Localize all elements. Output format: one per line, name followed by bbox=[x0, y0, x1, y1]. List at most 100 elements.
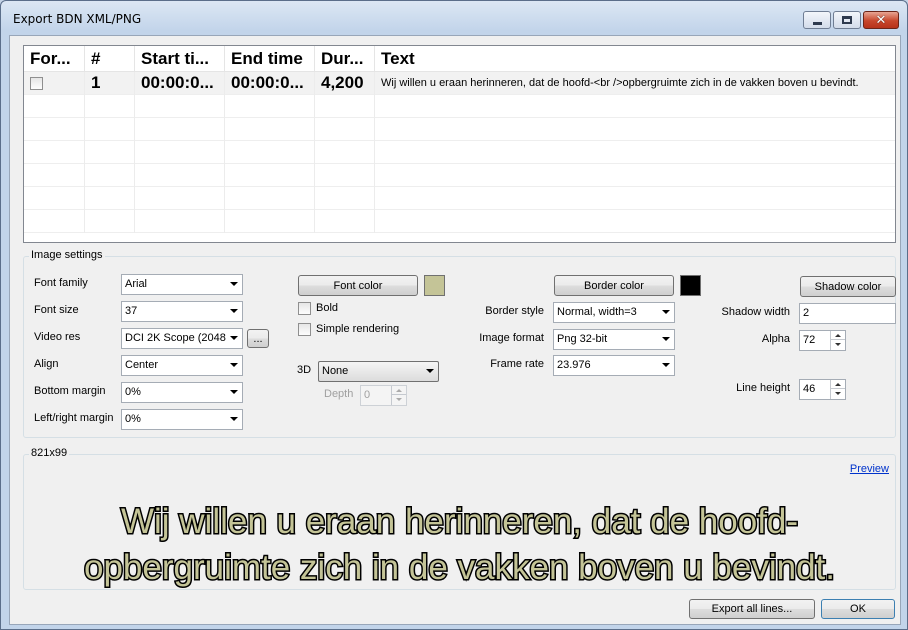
column-header-number[interactable]: # bbox=[85, 46, 135, 72]
frame-rate-label: Frame rate bbox=[490, 358, 544, 370]
alpha-label: Alpha bbox=[761, 333, 790, 345]
spin-up-icon[interactable] bbox=[831, 331, 845, 340]
alpha-spin-buttons bbox=[830, 331, 845, 350]
depth-spin-buttons bbox=[391, 386, 406, 405]
chevron-down-icon bbox=[230, 336, 238, 340]
border-color-button[interactable]: Border color bbox=[554, 275, 674, 296]
three-d-label: 3D bbox=[297, 364, 312, 376]
spin-up-icon[interactable] bbox=[831, 380, 845, 389]
spin-down-icon[interactable] bbox=[831, 340, 845, 349]
font-color-swatch[interactable] bbox=[424, 275, 445, 296]
font-family-label: Font family bbox=[34, 277, 88, 289]
left-right-margin-value: 0% bbox=[125, 413, 141, 425]
alpha-value: 72 bbox=[803, 334, 816, 346]
line-height-spin-buttons bbox=[830, 380, 845, 399]
chevron-down-icon bbox=[426, 369, 434, 373]
video-res-label: Video res bbox=[34, 331, 81, 343]
export-all-lines-button[interactable]: Export all lines... bbox=[689, 599, 815, 619]
chevron-down-icon bbox=[662, 363, 670, 367]
align-label: Align bbox=[34, 358, 59, 370]
image-format-select[interactable]: Png 32-bit bbox=[553, 329, 675, 350]
align-select[interactable]: Center bbox=[121, 355, 243, 376]
image-settings-label: Image settings bbox=[29, 249, 105, 261]
column-header-end-time[interactable]: End time bbox=[225, 46, 315, 72]
forced-checkbox[interactable] bbox=[30, 77, 43, 90]
image-format-label: Image format bbox=[479, 332, 544, 344]
dialog-client-area: For... # Start ti... End time Dur... Tex… bbox=[9, 35, 901, 625]
simple-rendering-checkbox[interactable] bbox=[298, 323, 311, 336]
font-size-value: 37 bbox=[125, 305, 138, 317]
empty-row bbox=[24, 210, 895, 233]
column-header-duration[interactable]: Dur... bbox=[315, 46, 375, 72]
empty-row bbox=[24, 187, 895, 210]
simple-rendering-label[interactable]: Simple rendering bbox=[316, 323, 399, 335]
border-style-value: Normal, width=3 bbox=[557, 306, 637, 318]
text-cell: Wij willen u eraan herinneren, dat de ho… bbox=[381, 77, 859, 89]
ok-button[interactable]: OK bbox=[821, 599, 895, 619]
shadow-width-label: Shadow width bbox=[721, 306, 791, 318]
close-button[interactable]: ✕ bbox=[863, 11, 899, 29]
column-header-forced[interactable]: For... bbox=[24, 46, 85, 72]
bold-label[interactable]: Bold bbox=[316, 302, 338, 314]
minimize-button[interactable] bbox=[803, 11, 831, 29]
preview-line: opbergruimte zich in de vakken boven u b… bbox=[82, 547, 836, 589]
duration-cell: 4,200 bbox=[315, 72, 375, 95]
empty-row bbox=[24, 118, 895, 141]
font-size-label: Font size bbox=[34, 304, 79, 316]
window-title: Export BDN XML/PNG bbox=[13, 12, 142, 26]
spin-down-icon[interactable] bbox=[392, 395, 406, 404]
preview-link[interactable]: Preview bbox=[850, 463, 889, 475]
alpha-spinner[interactable]: 72 bbox=[799, 330, 846, 351]
bottom-margin-value: 0% bbox=[125, 386, 141, 398]
line-height-label: Line height bbox=[736, 382, 790, 394]
forced-cell bbox=[24, 72, 85, 95]
chevron-down-icon bbox=[230, 282, 238, 286]
video-res-value: DCI 2K Scope (2048 bbox=[125, 332, 226, 344]
bottom-margin-label: Bottom margin bbox=[34, 385, 106, 397]
border-style-label: Border style bbox=[485, 305, 544, 317]
maximize-icon bbox=[842, 16, 852, 24]
chevron-down-icon bbox=[230, 363, 238, 367]
subtitle-grid[interactable]: For... # Start ti... End time Dur... Tex… bbox=[23, 45, 896, 243]
shadow-color-button[interactable]: Shadow color bbox=[800, 276, 896, 297]
spin-down-icon[interactable] bbox=[831, 389, 845, 398]
border-color-swatch[interactable] bbox=[680, 275, 701, 296]
shadow-width-value: 2 bbox=[803, 307, 810, 319]
left-right-margin-select[interactable]: 0% bbox=[121, 409, 243, 430]
chevron-down-icon bbox=[662, 310, 670, 314]
minimize-icon bbox=[812, 21, 822, 25]
start-time-cell: 00:00:0... bbox=[135, 72, 225, 95]
font-color-button[interactable]: Font color bbox=[298, 275, 418, 296]
image-format-value: Png 32-bit bbox=[557, 333, 608, 345]
column-header-text[interactable]: Text bbox=[375, 46, 895, 72]
column-header-start-time[interactable]: Start ti... bbox=[135, 46, 225, 72]
spin-up-icon[interactable] bbox=[392, 386, 406, 395]
shadow-width-select[interactable]: 2 bbox=[799, 303, 896, 324]
table-row[interactable]: 1 00:00:0... 00:00:0... 4,200 Wij willen… bbox=[24, 72, 895, 95]
depth-label: Depth bbox=[324, 388, 354, 400]
font-size-select[interactable]: 37 bbox=[121, 301, 243, 322]
frame-rate-select[interactable]: 23.976 bbox=[553, 355, 675, 376]
preview-size-label: 821x99 bbox=[29, 447, 70, 459]
video-res-browse-button[interactable]: ... bbox=[247, 329, 269, 348]
line-height-spinner[interactable]: 46 bbox=[799, 379, 846, 400]
font-family-value: Arial bbox=[125, 278, 148, 290]
border-style-select[interactable]: Normal, width=3 bbox=[553, 302, 675, 323]
number-cell: 1 bbox=[85, 72, 135, 95]
bottom-margin-select[interactable]: 0% bbox=[121, 382, 243, 403]
three-d-select[interactable]: None bbox=[318, 361, 439, 382]
align-value: Center bbox=[125, 359, 159, 371]
video-res-select[interactable]: DCI 2K Scope (2048 bbox=[121, 328, 243, 349]
depth-value: 0 bbox=[364, 389, 371, 401]
left-right-margin-label: Left/right margin bbox=[34, 412, 114, 424]
chevron-down-icon bbox=[230, 309, 238, 313]
grid-header: For... # Start ti... End time Dur... Tex… bbox=[24, 46, 895, 72]
three-d-value: None bbox=[322, 365, 349, 377]
end-time-cell: 00:00:0... bbox=[225, 72, 315, 95]
depth-spinner[interactable]: 0 bbox=[360, 385, 407, 406]
close-icon: ✕ bbox=[875, 12, 887, 28]
title-bar[interactable]: Export BDN XML/PNG ✕ bbox=[1, 1, 907, 35]
bold-checkbox[interactable] bbox=[298, 302, 311, 315]
maximize-button[interactable] bbox=[833, 11, 861, 29]
font-family-select[interactable]: Arial bbox=[121, 274, 243, 295]
